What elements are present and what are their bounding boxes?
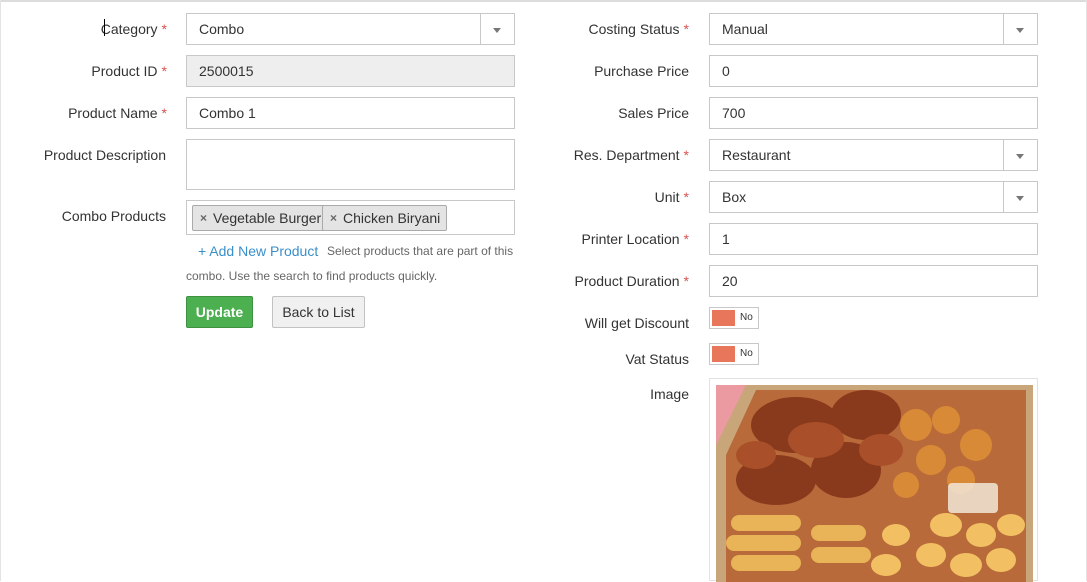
product-duration-label-text: Product Duration	[574, 273, 680, 289]
left-border	[0, 0, 1, 581]
res-department-label: Res. Department *	[574, 146, 689, 164]
sales-price-value: 700	[722, 105, 746, 121]
costing-status-label-text: Costing Status	[588, 21, 680, 37]
required-mark: *	[683, 273, 689, 289]
required-mark: *	[161, 21, 167, 37]
product-description-textarea[interactable]	[186, 139, 515, 190]
chevron-down-icon[interactable]	[1003, 14, 1037, 44]
toggle-knob	[712, 346, 735, 362]
combo-hint-line2: combo. Use the search to find products q…	[186, 269, 438, 283]
required-mark: *	[683, 21, 689, 37]
sales-price-input[interactable]: 700	[709, 97, 1038, 129]
product-image	[716, 385, 1033, 582]
costing-status-label: Costing Status *	[588, 20, 689, 38]
vat-status-label: Vat Status	[625, 351, 689, 367]
product-id-value: 2500015	[199, 63, 254, 79]
unit-label-text: Unit	[654, 189, 680, 205]
product-duration-label: Product Duration *	[574, 272, 689, 290]
product-description-label: Product Description	[43, 147, 166, 163]
required-mark: *	[683, 147, 689, 163]
printer-location-value: 1	[722, 231, 730, 247]
chevron-down-icon[interactable]	[480, 14, 514, 44]
purchase-price-value: 0	[722, 63, 730, 79]
image-label: Image	[650, 386, 689, 402]
combo-tag-chicken-biryani: × Chicken Biryani	[322, 205, 448, 231]
product-name-label: Product Name *	[68, 104, 167, 122]
purchase-price-input[interactable]: 0	[709, 55, 1038, 87]
category-label-text: Category	[100, 21, 158, 37]
product-id-field[interactable]: 2500015	[186, 55, 515, 87]
back-to-list-button[interactable]: Back to List	[272, 296, 365, 328]
combo-products-label: Combo Products	[61, 208, 166, 224]
res-department-select[interactable]: Restaurant	[709, 139, 1038, 171]
add-new-product-link[interactable]: + Add New Product	[198, 242, 318, 260]
sales-price-label: Sales Price	[618, 105, 689, 121]
product-id-label-text: Product ID	[91, 63, 158, 79]
product-name-label-text: Product Name	[68, 105, 158, 121]
product-name-input[interactable]: Combo 1	[186, 97, 515, 129]
printer-location-input[interactable]: 1	[709, 223, 1038, 255]
combo-hint-line1: Select products that are part of this	[327, 244, 514, 258]
printer-location-label: Printer Location *	[581, 230, 689, 248]
res-department-label-text: Res. Department	[573, 147, 680, 163]
product-duration-value: 20	[722, 273, 738, 289]
category-value: Combo	[199, 21, 245, 37]
category-label: Category *	[101, 20, 167, 38]
unit-select[interactable]: Box	[709, 181, 1038, 213]
toggle-state-text: No	[740, 312, 753, 323]
category-select[interactable]: Combo	[186, 13, 515, 45]
update-button[interactable]: Update	[186, 296, 253, 328]
remove-tag-icon[interactable]: ×	[200, 206, 207, 230]
text-cursor	[104, 19, 105, 36]
combo-tag-label: Chicken Biryani	[343, 210, 441, 226]
res-department-value: Restaurant	[722, 147, 791, 163]
product-duration-input[interactable]: 20	[709, 265, 1038, 297]
combo-tag-vegetable-burger: × Vegetable Burger	[192, 205, 329, 231]
costing-status-select[interactable]: Manual	[709, 13, 1038, 45]
printer-location-label-text: Printer Location	[581, 231, 680, 247]
required-mark: *	[161, 63, 167, 79]
combo-tag-label: Vegetable Burger	[213, 210, 322, 226]
combo-products-multiselect[interactable]: × Vegetable Burger × Chicken Biryani	[186, 200, 515, 235]
product-id-label: Product ID *	[91, 62, 167, 80]
unit-label: Unit *	[655, 188, 689, 206]
required-mark: *	[161, 105, 167, 121]
required-mark: *	[683, 189, 689, 205]
chevron-down-icon[interactable]	[1003, 140, 1037, 170]
purchase-price-label: Purchase Price	[594, 63, 689, 79]
will-get-discount-toggle[interactable]: No	[709, 307, 759, 329]
top-border	[0, 0, 1087, 2]
product-name-value: Combo 1	[199, 105, 256, 121]
chevron-down-icon[interactable]	[1003, 182, 1037, 212]
required-mark: *	[683, 231, 689, 247]
remove-tag-icon[interactable]: ×	[330, 206, 337, 230]
will-get-discount-label: Will get Discount	[584, 315, 689, 331]
unit-value: Box	[722, 189, 747, 205]
toggle-state-text: No	[740, 348, 753, 359]
food-platter-illustration	[716, 385, 1033, 582]
toggle-knob	[712, 310, 735, 326]
vat-status-toggle[interactable]: No	[709, 343, 759, 365]
product-image-frame[interactable]	[709, 378, 1038, 582]
costing-status-value: Manual	[722, 21, 768, 37]
